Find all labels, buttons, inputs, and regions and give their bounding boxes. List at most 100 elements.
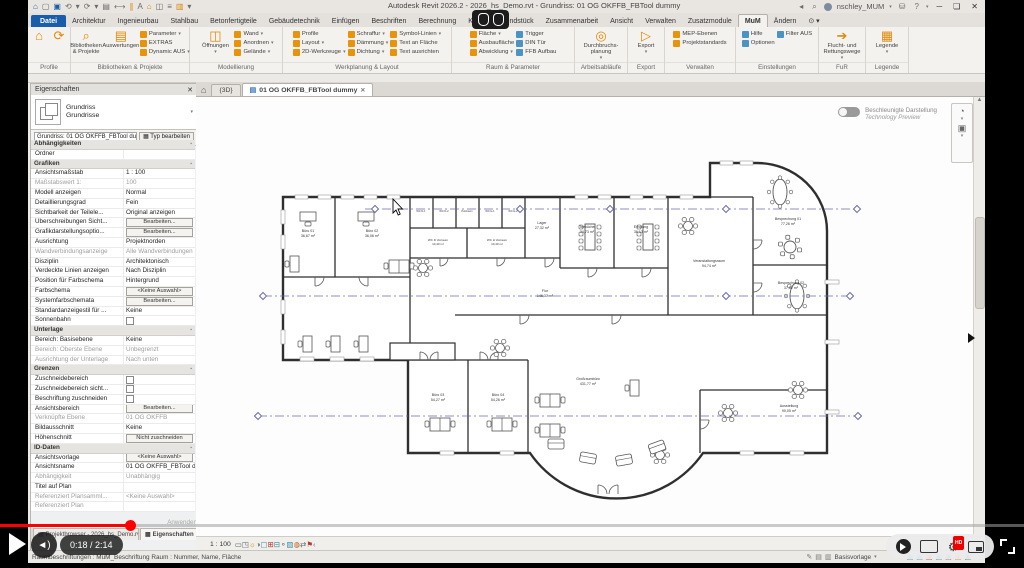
ribbon-button-ffb-aufbau[interactable]: FFB Aufbau <box>516 48 556 56</box>
text-icon[interactable]: A <box>137 2 142 12</box>
drawing-canvas[interactable]: Büro 01 36,67 m² Büro 02 36,06 m² WC D-1 WC D… <box>196 96 985 538</box>
measure-icon[interactable]: ⟷ <box>114 2 125 12</box>
tab-berechnung[interactable]: Berechnung <box>412 15 462 27</box>
property-button[interactable]: Bearbeiten... <box>126 228 193 237</box>
section-icon[interactable]: ◫ <box>156 2 164 12</box>
video-settings-button[interactable]: ⚙HD <box>948 535 964 554</box>
sun-path-icon[interactable]: ☼ <box>249 540 256 549</box>
tab-geb-udetechnik[interactable]: Gebäudetechnik <box>263 15 326 27</box>
view-tab-3d[interactable]: {3D} <box>211 84 241 96</box>
property-row-ausrichtung[interactable]: Ausrichtung Projektnorden <box>31 237 195 248</box>
print-icon[interactable]: ▤ <box>102 2 110 12</box>
ribbon-button-extras[interactable]: EXTRAS <box>139 39 190 47</box>
property-row-zuschneidebereich-sicht-[interactable]: Zuschneidebereich sicht... <box>31 384 195 395</box>
ribbon-button-filter-aus[interactable]: Filter AUS <box>776 30 812 38</box>
video-fullscreen-button[interactable] <box>1000 539 1015 554</box>
property-row-sichtbarkeit-der-teilele-[interactable]: Sichtbarkeit der Teilele... Original anze… <box>31 208 195 219</box>
property-checkbox[interactable] <box>126 375 134 384</box>
close-button[interactable]: ✕ <box>968 2 981 11</box>
property-row-ma-stabswert-1-[interactable]: Maßstabswert 1: 100 <box>31 179 195 189</box>
property-row-titel-auf-plan[interactable]: Titel auf Plan <box>31 482 195 493</box>
accelerated-graphics-toggle[interactable]: Beschleunigte Darstellung Technology Pre… <box>838 107 937 121</box>
property-row-abh-ngigkeit[interactable]: Abhängigkeit Unabhängig <box>31 473 195 483</box>
view3d-icon[interactable]: ⌂ <box>147 2 152 12</box>
chevron-icon[interactable]: ‹ <box>313 540 316 549</box>
property-group-grenzen[interactable]: Grenzen ▪ <box>31 365 195 376</box>
ribbon-button-schraffur[interactable]: Schraffur ▾ <box>347 30 389 38</box>
ribbon-button-trigger[interactable]: Trigger <box>516 30 556 38</box>
help-caret-icon[interactable]: ▾ <box>926 4 929 10</box>
collapse-icon[interactable]: ◂ <box>799 2 803 12</box>
property-row-ansichtsname[interactable]: Ansichtsname01 OG OKFFB_FBTool du... <box>31 463 195 474</box>
property-row-beschriftung-zuschneiden[interactable]: Beschriftung zuschneiden <box>31 394 195 405</box>
modify-caret[interactable]: ⊙ ▾ <box>802 14 825 27</box>
ribbon-button-dichtung[interactable]: Dichtung ▾ <box>347 48 389 56</box>
tab-eigenschaften[interactable]: ▦ Eigenschaften <box>140 528 199 540</box>
ribbon-button-parameter[interactable]: Parameter ▾ <box>139 30 190 38</box>
visual-style-icon[interactable]: ◳ <box>242 540 249 549</box>
property-row-ordner[interactable]: Ordner <box>31 149 195 160</box>
tab-ansicht[interactable]: Ansicht <box>604 15 639 27</box>
video-play-button[interactable] <box>9 533 26 555</box>
property-row-farbschema[interactable]: Farbschema <Keine Auswahl> <box>31 286 195 297</box>
video-progress-bar[interactable] <box>0 520 1024 531</box>
property-row-zuschneidebereich[interactable]: Zuschneidebereich <box>31 375 195 385</box>
search-icon[interactable]: ⌕ <box>812 2 816 12</box>
video-progress-handle[interactable] <box>125 520 136 531</box>
caret-icon[interactable]: ▾ <box>94 2 98 12</box>
property-row-position-f-r-farbschema[interactable]: Position für Farbschema Hintergrund <box>31 277 195 287</box>
property-row-bereich-oberste-ebene[interactable]: Bereich: Oberste Ebene Unbegrenzt <box>31 345 195 356</box>
ribbon-button-text-an-fl-che[interactable]: Text an Fläche <box>390 39 441 47</box>
property-row-referenziert-plansamml-[interactable]: Referenziert Plansamml... <Keine Auswahl> <box>31 492 195 503</box>
property-button[interactable]: <Keine Auswahl> <box>126 286 193 296</box>
property-row-grafikdarstellungsoptio-[interactable]: Grafikdarstellungsoptio... Bearbeiten... <box>31 228 195 238</box>
property-row-wandverbindungsanzeige[interactable]: Wandverbindungsanzeige Alle Wandverbindun… <box>31 247 195 258</box>
ribbon-button-symbol-linien[interactable]: Symbol-Linien ▾ <box>390 30 441 38</box>
thin-lines-icon[interactable]: ▭ <box>235 540 242 549</box>
property-row-ansichtsbereich[interactable]: Ansichtsbereich Bearbeiten... <box>31 404 195 415</box>
view-scale[interactable]: 1 : 100 <box>210 541 231 548</box>
ribbon-button-ausbaufl-che[interactable]: Ausbaufläche <box>469 39 514 47</box>
thin-lines-icon[interactable]: ≡ <box>167 2 172 12</box>
property-row-verkn-pfte-ebene[interactable]: Verknüpfte Ebene 01 OG OKFFB <box>31 414 195 425</box>
property-row-verdeckte-linien-anzeigen[interactable]: Verdeckte Linien anzeigen Nach Disziplin <box>31 267 195 278</box>
property-group-abh-ngigkeiten[interactable]: Abhängigkeiten ▪ <box>31 140 195 150</box>
property-button[interactable]: <Keine Auswahl> <box>126 453 193 463</box>
property-row-h-henschnitt[interactable]: Höhenschnitt Nicht zuschneiden <box>31 433 195 444</box>
ribbon-button-legende[interactable]: ▦ Legende ▾ <box>870 28 904 55</box>
property-row-bildausschnitt[interactable]: Bildausschnitt Keine <box>31 424 195 434</box>
palette-close-icon[interactable]: ✕ <box>187 86 193 94</box>
type-selector[interactable]: Grundriss Grundrisse ▾ <box>31 95 197 130</box>
help-icon[interactable]: ? <box>914 2 918 12</box>
undo-icon[interactable]: ⟲ <box>65 2 72 12</box>
video-miniplayer-button[interactable] <box>968 540 985 553</box>
ribbon-button-wand[interactable]: Wand ▾ <box>234 30 273 38</box>
ribbon-button-anordnen[interactable]: Anordnen ▾ <box>234 39 274 47</box>
ribbon-button-flucht-und-rettungswege[interactable]: ➔ Flucht- und Rettungswege ▾ <box>823 28 860 62</box>
property-row-bereich-basisebene[interactable]: Bereich: Basisebene Keine <box>31 335 195 346</box>
revit-home-icon[interactable]: ⌂ <box>33 2 38 12</box>
property-row-detaillierungsgrad[interactable]: Detaillierungsgrad Fein <box>31 198 195 209</box>
property-row-standardanzeigestil-f-r-[interactable]: Standardanzeigestil für ... Keine <box>31 306 195 317</box>
ribbon-button-dynamic-aus[interactable]: Dynamic AUS ▾ <box>139 48 190 56</box>
scrollbar-thumb[interactable] <box>975 217 985 309</box>
ribbon-button-text-ausrichten[interactable]: Text ausrichten <box>390 48 441 56</box>
property-group-unterlage[interactable]: Unterlage ▪ <box>31 326 195 336</box>
property-group-grafiken[interactable]: Grafiken ▪ <box>31 159 195 170</box>
tab-betonfertigteile[interactable]: Betonfertigteile <box>204 15 263 27</box>
tab-zusatzmodule[interactable]: Zusatzmodule <box>682 15 738 27</box>
video-volume-button[interactable]: ◄) <box>31 532 57 558</box>
vertical-scrollbar[interactable]: ▲ <box>973 97 985 538</box>
property-checkbox[interactable] <box>126 316 134 325</box>
align-dim-icon[interactable]: ∥ <box>129 2 133 12</box>
ribbon-button-din-t-r[interactable]: DIN Tür <box>516 39 556 47</box>
qat-caret-icon[interactable]: ▾ <box>187 2 191 12</box>
ribbon-button-2d-werkzeuge[interactable]: 2D-Werkzeuge ▾ <box>292 48 346 56</box>
redo-icon[interactable]: ⟳ <box>84 2 91 12</box>
ribbon-button-export[interactable]: ▷ Export ▾ <box>630 28 662 55</box>
store-icon[interactable]: ⛁ <box>899 2 906 12</box>
ribbon-button--ffnungen[interactable]: ◫ Öffnungen ▾ <box>198 28 232 55</box>
ribbon-button-layout[interactable]: Layout ▾ <box>292 39 346 47</box>
property-row-modell-anzeigen[interactable]: Modell anzeigen Normal <box>31 188 195 199</box>
palette-icon[interactable]: ▥ <box>176 2 184 12</box>
